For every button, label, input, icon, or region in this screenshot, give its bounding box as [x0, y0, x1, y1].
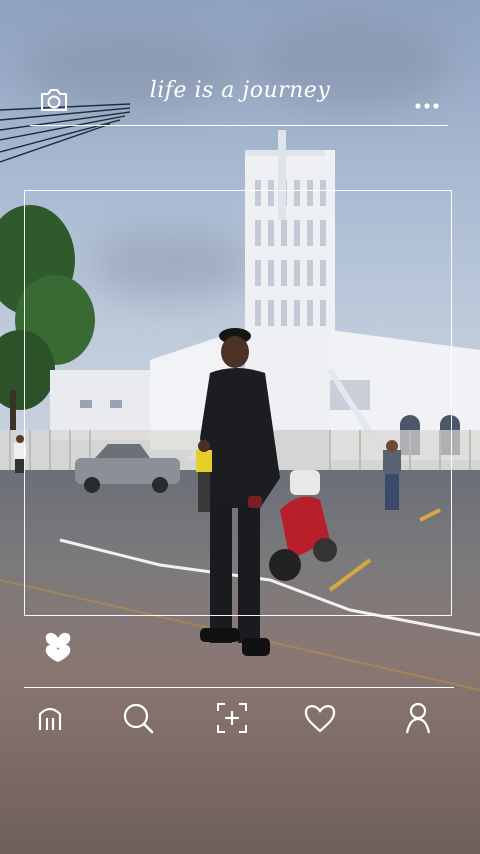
- heart-icon[interactable]: [302, 700, 338, 736]
- photo-frame: [24, 190, 452, 616]
- more-dots-icon[interactable]: [414, 96, 440, 109]
- bottom-nav: [0, 688, 480, 748]
- add-icon[interactable]: [214, 700, 250, 736]
- profile-icon[interactable]: [400, 700, 436, 736]
- top-divider: [30, 125, 448, 126]
- app-title: life is a journey: [149, 78, 331, 103]
- search-icon[interactable]: [120, 700, 156, 736]
- like-heart-icon[interactable]: [42, 628, 74, 664]
- top-bar: life is a journey: [0, 0, 480, 130]
- home-icon[interactable]: [32, 700, 68, 736]
